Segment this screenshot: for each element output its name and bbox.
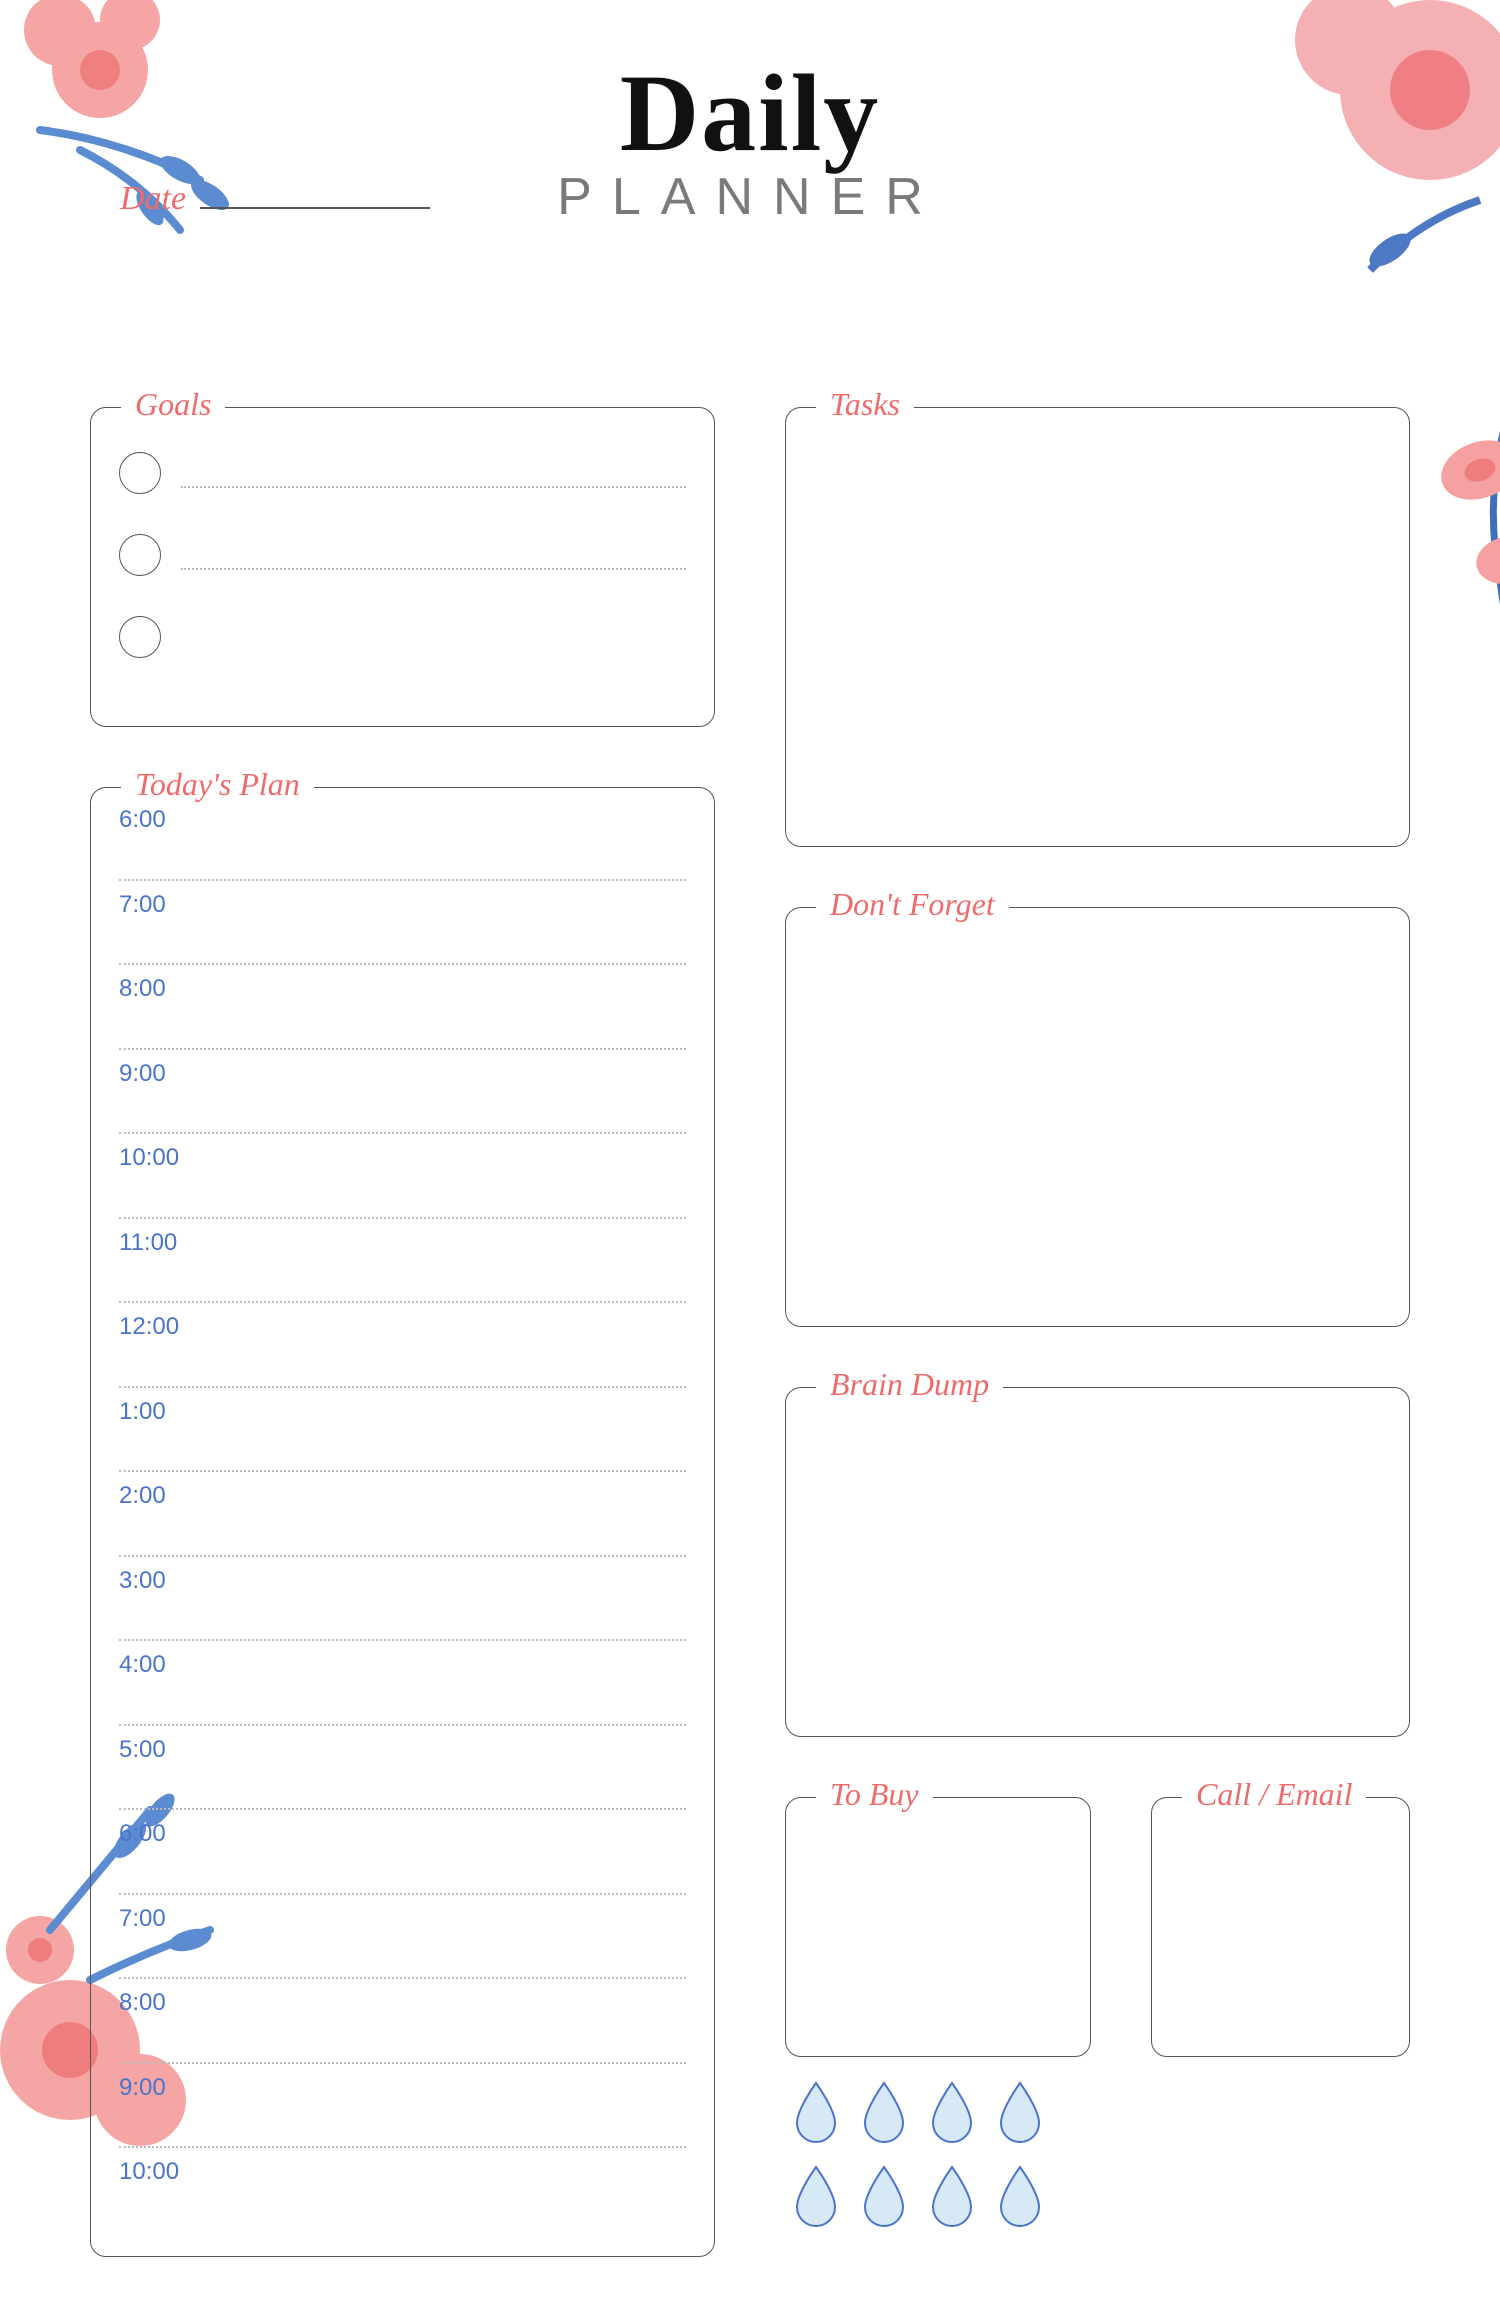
plan-hour-row[interactable]: 7:00 xyxy=(119,1895,686,1980)
plan-hour-row[interactable]: 12:00 xyxy=(119,1303,686,1388)
call-email-section[interactable]: Call / Email xyxy=(1151,1797,1410,2057)
goal-write-line xyxy=(181,568,686,570)
water-tracker[interactable] xyxy=(791,2079,1091,2229)
water-drop-icon[interactable] xyxy=(859,2163,909,2229)
goal-write-line xyxy=(181,486,686,488)
water-drop-icon[interactable] xyxy=(927,2163,977,2229)
plan-hour-label: 8:00 xyxy=(119,1989,166,2017)
water-drop-icon[interactable] xyxy=(791,2163,841,2229)
plan-hour-row[interactable]: 2:00 xyxy=(119,1472,686,1557)
plan-hour-row[interactable]: 7:00 xyxy=(119,881,686,966)
water-drop-icon[interactable] xyxy=(791,2079,841,2145)
plan-hour-row[interactable]: 11:00 xyxy=(119,1219,686,1304)
plan-hour-label: 11:00 xyxy=(119,1229,177,1257)
tasks-section[interactable]: Tasks xyxy=(785,407,1410,847)
plan-hour-label: 1:00 xyxy=(119,1398,166,1426)
plan-hour-label: 10:00 xyxy=(119,1144,179,1172)
dont-forget-section[interactable]: Don't Forget xyxy=(785,907,1410,1327)
plan-hour-label: 9:00 xyxy=(119,2074,166,2102)
title-main: Daily xyxy=(90,50,1410,177)
date-field[interactable]: Date xyxy=(120,180,430,218)
goal-row[interactable] xyxy=(119,596,686,678)
plan-hour-label: 4:00 xyxy=(119,1651,166,1679)
plan-hour-label: 3:00 xyxy=(119,1567,166,1595)
plan-hour-label: 9:00 xyxy=(119,1060,166,1088)
date-underline xyxy=(200,207,430,209)
water-drop-icon[interactable] xyxy=(859,2079,909,2145)
tasks-label: Tasks xyxy=(816,386,914,423)
goal-row[interactable] xyxy=(119,432,686,514)
plan-hour-row[interactable]: 9:00 xyxy=(119,1050,686,1135)
goal-checkbox[interactable] xyxy=(119,616,161,658)
plan-hour-label: 5:00 xyxy=(119,1736,166,1764)
brain-dump-section[interactable]: Brain Dump xyxy=(785,1387,1410,1737)
brain-dump-label: Brain Dump xyxy=(816,1366,1003,1403)
plan-hour-label: 12:00 xyxy=(119,1313,179,1341)
water-drop-icon[interactable] xyxy=(995,2079,1045,2145)
plan-hour-row[interactable]: 4:00 xyxy=(119,1641,686,1726)
water-drop-icon[interactable] xyxy=(927,2079,977,2145)
dont-forget-label: Don't Forget xyxy=(816,886,1009,923)
plan-hour-label: 6:00 xyxy=(119,1820,166,1848)
plan-hour-label: 10:00 xyxy=(119,2158,179,2186)
goals-label: Goals xyxy=(121,386,225,423)
plan-hour-row[interactable]: 10:00 xyxy=(119,2148,686,2233)
plan-hour-row[interactable]: 6:00 xyxy=(119,796,686,881)
goal-row[interactable] xyxy=(119,514,686,596)
water-drop-icon[interactable] xyxy=(995,2163,1045,2229)
plan-hour-row[interactable]: 8:00 xyxy=(119,1979,686,2064)
call-email-label: Call / Email xyxy=(1182,1776,1366,1813)
plan-hour-row[interactable]: 9:00 xyxy=(119,2064,686,2149)
plan-hour-label: 6:00 xyxy=(119,806,166,834)
goal-checkbox[interactable] xyxy=(119,534,161,576)
plan-hour-row[interactable]: 5:00 xyxy=(119,1726,686,1811)
plan-hour-row[interactable]: 8:00 xyxy=(119,965,686,1050)
plan-hour-row[interactable]: 10:00 xyxy=(119,1134,686,1219)
goal-checkbox[interactable] xyxy=(119,452,161,494)
todays-plan-section: Today's Plan 6:007:008:009:0010:0011:001… xyxy=(90,787,715,2257)
plan-hour-label: 2:00 xyxy=(119,1482,166,1510)
plan-hour-row[interactable]: 6:00 xyxy=(119,1810,686,1895)
to-buy-section[interactable]: To Buy xyxy=(785,1797,1091,2057)
plan-hour-row[interactable]: 1:00 xyxy=(119,1388,686,1473)
plan-hour-label: 8:00 xyxy=(119,975,166,1003)
goals-section: Goals xyxy=(90,407,715,727)
plan-hour-row[interactable]: 3:00 xyxy=(119,1557,686,1642)
plan-hour-label: 7:00 xyxy=(119,891,166,919)
to-buy-label: To Buy xyxy=(816,1776,933,1813)
plan-hour-label: 7:00 xyxy=(119,1905,166,1933)
date-label: Date xyxy=(120,180,186,218)
